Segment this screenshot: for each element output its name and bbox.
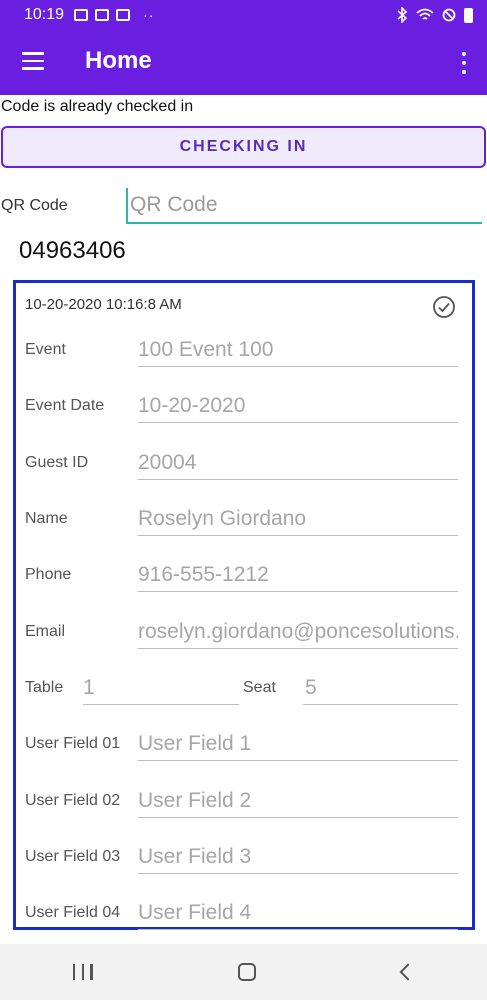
event-date-input[interactable]: 10-20-2020 [138,391,458,423]
table-input[interactable]: 1 [83,673,239,705]
field-value: User Field 1 [138,732,252,755]
field-value: User Field 3 [138,845,252,868]
field-label: Email [25,623,66,640]
field-value: 10-20-2020 [138,394,246,417]
check-circle-icon [433,296,455,318]
field-label: User Field 04 [25,904,121,921]
email-input[interactable]: roselyn.giordano@poncesolutions.com [138,617,458,649]
checkin-timestamp: 10-20-2020 10:16:8 AM [25,296,182,313]
menu-icon[interactable] [22,52,44,72]
do-not-disturb-icon [442,8,456,22]
field-value: User Field 2 [138,789,252,812]
calendar-notification-icon [74,9,89,21]
seat-input[interactable]: 5 [303,673,458,705]
field-row-email: Email roselyn.giordano@poncesolutions.co… [16,609,472,649]
field-value: 916-555-1212 [138,563,269,586]
field-value: 100 Event 100 [138,338,274,361]
field-row-table-seat: Table 1 Seat 5 [16,665,472,705]
seat-label: Seat [243,679,276,696]
recent-apps-icon[interactable] [72,964,93,980]
qr-code-field [126,188,482,224]
guest-card: 10-20-2020 10:16:8 AM Event 100 Event 10… [13,280,475,930]
field-label: Event Date [25,397,105,414]
field-label: User Field 03 [25,848,121,865]
system-nav-bar [0,944,487,1000]
name-input[interactable]: Roselyn Giordano [138,504,458,536]
home-icon[interactable] [238,963,257,981]
notification-icons: ·· [74,7,154,23]
qr-code-input[interactable] [126,188,482,222]
field-row-event: Event 100 Event 100 [16,327,472,367]
system-icons [396,7,473,23]
field-row-user-field-03: User Field 03 User Field 3 [16,834,472,874]
table-label: Table [25,679,64,696]
field-label: Event [25,341,66,358]
app-bar: Home [0,30,487,95]
user-field-03-input[interactable]: User Field 3 [138,842,458,874]
wifi-icon [416,8,434,20]
page-title: Home [85,47,152,74]
mail-notification-icon [116,9,131,21]
field-label: Phone [25,566,72,583]
field-label: User Field 01 [25,735,121,752]
field-value: roselyn.giordano@poncesolutions.com [138,620,458,643]
table-value: 1 [83,676,95,699]
field-row-guest-id: Guest ID 20004 [16,440,472,480]
field-value: User Field 4 [138,901,252,924]
more-notifications-icon: ·· [143,7,155,23]
user-field-02-input[interactable]: User Field 2 [138,786,458,818]
guest-id-input[interactable]: 20004 [138,448,458,480]
back-icon[interactable] [399,963,417,981]
status-message: Code is already checked in [1,98,194,115]
image-notification-icon [95,9,110,21]
field-row-event-date: Event Date 10-20-2020 [16,383,472,423]
field-row-user-field-01: User Field 01 User Field 1 [16,721,472,761]
field-row-user-field-04: User Field 04 User Field 4 [16,890,472,930]
field-label: Name [25,510,68,527]
field-label: User Field 02 [25,792,121,809]
checking-in-button[interactable]: CHECKING IN [1,126,486,168]
event-input[interactable]: 100 Event 100 [138,335,458,367]
field-row-user-field-02: User Field 02 User Field 2 [16,778,472,818]
more-options-icon[interactable] [461,52,467,74]
field-value: 20004 [138,451,197,474]
bluetooth-icon [397,7,408,23]
seat-value: 5 [305,676,317,699]
field-value: Roselyn Giordano [138,507,307,530]
field-row-name: Name Roselyn Giordano [16,496,472,536]
battery-icon [464,7,473,23]
status-bar: 10:19 ·· [0,0,487,30]
phone-input[interactable]: 916-555-1212 [138,560,458,592]
user-field-04-input[interactable]: User Field 4 [138,898,458,930]
qr-code-label: QR Code [1,197,68,214]
user-field-01-input[interactable]: User Field 1 [138,729,458,761]
screen: 10:19 ·· Home Code is already checked in… [0,0,487,1000]
status-time: 10:19 [24,6,65,23]
scanned-code: 04963406 [19,237,126,264]
field-label: Guest ID [25,454,89,471]
field-row-phone: Phone 916-555-1212 [16,552,472,592]
